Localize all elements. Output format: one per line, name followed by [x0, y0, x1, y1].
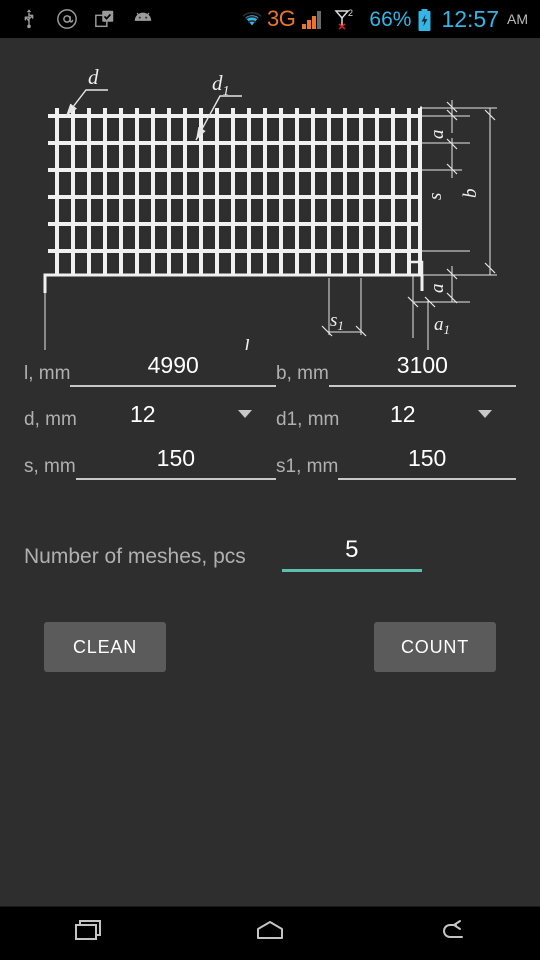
dimension-a-bottom: [446, 266, 458, 304]
input-number-of-meshes-value: 5: [345, 536, 359, 563]
status-bar-notifications: [0, 8, 154, 30]
input-s1-value: 150: [407, 445, 447, 471]
label-d1: d1, mm: [276, 409, 340, 430]
battery-percent-label: 66%: [369, 7, 412, 31]
label-s: s, mm: [24, 456, 76, 477]
label-d: d: [88, 65, 99, 89]
label-s1: s1, mm: [276, 456, 339, 477]
label-b: b: [460, 189, 481, 199]
clean-button[interactable]: CLEAN: [44, 622, 166, 672]
field-group-width: b, mm 3100: [276, 350, 516, 387]
label-d1: d1: [212, 71, 230, 99]
input-s1[interactable]: 150: [338, 443, 516, 480]
count-button[interactable]: COUNT: [374, 622, 496, 672]
input-width-value: 3100: [396, 352, 448, 378]
row-d-d1: d, mm 12 d1, mm 12: [0, 399, 540, 433]
label-s-right: s: [425, 193, 446, 200]
navigation-bar: [0, 906, 540, 960]
dimension-s-right: [446, 138, 458, 178]
label-a-bottom: a: [427, 284, 448, 294]
field-group-d1: d1, mm 12: [276, 399, 516, 433]
status-bar-system: 3G 2 66% 12:57 AM: [239, 5, 540, 32]
signal-bars-icon: [301, 8, 327, 30]
wifi-icon: [239, 8, 262, 30]
back-icon: [432, 916, 468, 951]
label-number-of-meshes: Number of meshes, pcs: [24, 545, 246, 568]
back-button[interactable]: [405, 912, 495, 956]
dropdown-d1-value: 12: [390, 401, 416, 427]
clipboard-check-icon: [94, 8, 116, 30]
chevron-down-icon: [478, 410, 492, 418]
dimension-b: [484, 108, 496, 275]
label-a1: a1: [434, 314, 450, 337]
input-s[interactable]: 150: [75, 443, 276, 480]
status-bar: 3G 2 66% 12:57 AM: [0, 0, 540, 38]
field-group-s: s, mm 150: [24, 443, 276, 480]
dimension-l: [39, 293, 434, 363]
input-length[interactable]: 4990: [70, 350, 276, 387]
label-a-top: a: [427, 130, 448, 140]
network-type-label: 3G: [267, 6, 296, 31]
input-form: l, mm 4990 b, mm 3100 d, mm 12 d1, mm 12…: [0, 350, 540, 672]
app-root: 3G 2 66% 12:57 AM d d1 a s b a a1 l s1 l…: [0, 0, 540, 960]
dimension-s1: [321, 278, 367, 337]
label-length: l, mm: [24, 363, 71, 384]
input-width[interactable]: 3100: [328, 350, 516, 387]
action-buttons: CLEAN COUNT: [0, 622, 540, 672]
row-s-s1: s, mm 150 s1, mm 150: [0, 443, 540, 480]
field-group-length: l, mm 4990: [24, 350, 276, 387]
home-icon: [252, 916, 288, 951]
row-length-width: l, mm 4990 b, mm 3100: [0, 350, 540, 387]
clock-ampm: AM: [507, 11, 528, 27]
input-s-value: 150: [156, 445, 196, 471]
battery-charging-icon: [417, 8, 432, 31]
clock-time: 12:57: [441, 5, 499, 32]
label-width: b, mm: [276, 363, 329, 384]
field-group-d: d, mm 12: [24, 399, 276, 433]
field-group-s1: s1, mm 150: [276, 443, 516, 480]
input-number-of-meshes[interactable]: 5: [281, 535, 422, 572]
recents-icon: [72, 916, 108, 951]
dropdown-d-value: 12: [130, 401, 156, 427]
label-d: d, mm: [24, 409, 77, 430]
email-icon: [56, 8, 78, 30]
input-length-value: 4990: [147, 352, 199, 378]
recents-button[interactable]: [45, 912, 135, 956]
dropdown-d1[interactable]: 12: [384, 399, 516, 433]
row-number-of-meshes: Number of meshes, pcs 5: [0, 535, 540, 572]
sim-no-signal-icon: 2: [333, 8, 357, 30]
dropdown-d[interactable]: 12: [124, 399, 276, 433]
reinforcement-mesh-diagram: d d1 a s b a a1 l s1: [0, 38, 540, 363]
label-s1: s1: [330, 310, 344, 333]
svg-text:2: 2: [348, 8, 353, 18]
mesh-outline: [43, 273, 424, 293]
usb-icon: [18, 8, 40, 30]
home-button[interactable]: [225, 912, 315, 956]
chevron-down-icon: [238, 410, 252, 418]
label-l: l: [244, 336, 250, 350]
android-icon: [132, 8, 154, 30]
